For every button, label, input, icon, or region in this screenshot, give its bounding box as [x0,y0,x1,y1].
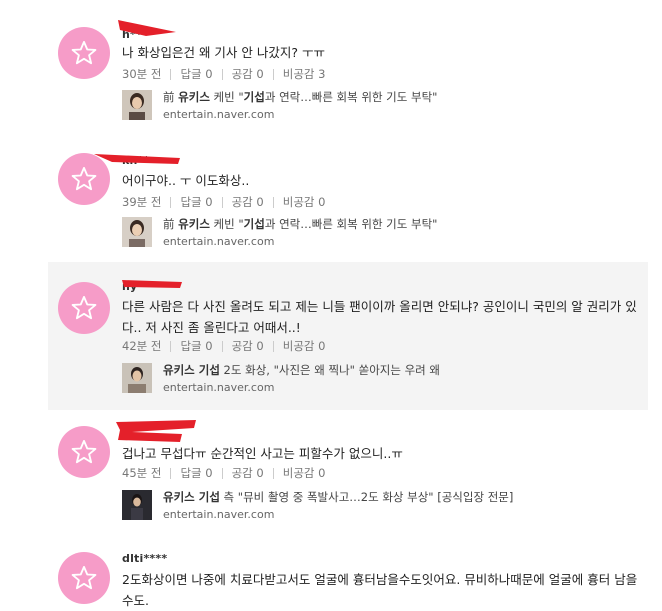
comment-text: 어이구야.. ㅜ 이도화상.. [122,173,250,188]
star-icon [71,565,97,590]
article-thumbnail [122,490,152,520]
avatar[interactable] [58,27,110,79]
article-title[interactable]: 前 유키스 케빈 "기섭과 연락…빠른 회복 위한 기도 부탁" [163,217,437,232]
redaction-mark [122,280,182,288]
comment-item: kh** 어이구야.. ㅜ 이도화상.. 39분 전 답글 0 공감 0 비공감… [0,140,648,262]
dislike-button[interactable]: 비공감 0 [283,465,326,481]
reply-button[interactable]: 답글 0 [180,66,212,82]
timestamp: 30분 전 [122,67,162,81]
article-link[interactable]: 유키스 기섭 2도 화상, "사진은 왜 찍나" 쏟아지는 우려 왜 enter… [122,363,440,395]
avatar[interactable] [58,426,110,478]
star-icon [71,166,97,191]
reply-button[interactable]: 답글 0 [180,465,212,481]
comment-item: h** 나 화상입은건 왜 기사 안 나갔지? ㅜㅠ 30분 전 답글 0 공감… [0,0,648,140]
comment-meta: 39분 전 답글 0 공감 0 비공감 0 [122,194,325,210]
reply-button[interactable]: 답글 0 [180,194,212,210]
star-icon [71,295,97,320]
comment-text: 겁나고 무섭다ㅠ 순간적인 사고는 피할수가 없으니..ㅠ [122,446,403,461]
avatar[interactable] [58,282,110,334]
comment-item: ny** 다른 사람은 다 사진 올려도 되고 제는 니들 팬이이까 올리면 안… [0,262,648,410]
timestamp: 45분 전 [122,466,162,480]
article-thumbnail [122,90,152,120]
comment-item: dlti**** 2도화상이면 나중에 치료다받고서도 얼굴에 흉터남을수도잇어… [0,538,648,610]
reply-button[interactable]: 답글 0 [180,338,212,354]
like-button[interactable]: 공감 0 [232,194,264,210]
timestamp: 42분 전 [122,339,162,353]
dislike-button[interactable]: 비공감 0 [283,338,326,354]
timestamp: 39분 전 [122,195,162,209]
comment-meta: 45분 전 답글 0 공감 0 비공감 0 [122,465,325,481]
article-title[interactable]: 유키스 기섭 2도 화상, "사진은 왜 찍나" 쏟아지는 우려 왜 [163,363,440,378]
like-button[interactable]: 공감 0 [232,338,264,354]
star-icon [71,40,97,65]
article-domain: entertain.naver.com [163,381,275,394]
redaction-mark [118,20,176,36]
article-link[interactable]: 유키스 기섭 측 "뮤비 촬영 중 폭발사고…2도 화상 부상" [공식입장 전… [122,490,513,522]
article-domain: entertain.naver.com [163,235,275,248]
redaction-mark [94,154,180,164]
redaction-mark [116,420,196,442]
like-button[interactable]: 공감 0 [232,66,264,82]
comment-text: 다른 사람은 다 사진 올려도 되고 제는 니들 팬이이까 올리면 안되냐? 공… [122,299,637,335]
like-button[interactable]: 공감 0 [232,465,264,481]
comment-meta: 42분 전 답글 0 공감 0 비공감 0 [122,338,325,354]
article-title[interactable]: 前 유키스 케빈 "기섭과 연락…빠른 회복 위한 기도 부탁" [163,90,437,105]
article-link[interactable]: 前 유키스 케빈 "기섭과 연락…빠른 회복 위한 기도 부탁" enterta… [122,90,437,122]
dislike-button[interactable]: 비공감 3 [283,66,326,82]
comment-item: 겁나고 무섭다ㅠ 순간적인 사고는 피할수가 없으니..ㅠ 45분 전 답글 0… [0,410,648,538]
article-domain: entertain.naver.com [163,108,275,121]
article-thumbnail [122,217,152,247]
comment-text: 2도화상이면 나중에 치료다받고서도 얼굴에 흉터남을수도잇어요. 뮤비하나때문… [122,572,638,608]
article-link[interactable]: 前 유키스 케빈 "기섭과 연락…빠른 회복 위한 기도 부탁" enterta… [122,217,437,249]
article-title[interactable]: 유키스 기섭 측 "뮤비 촬영 중 폭발사고…2도 화상 부상" [공식입장 전… [163,490,513,505]
avatar[interactable] [58,552,110,604]
nickname[interactable]: dlti**** [122,552,167,565]
dislike-button[interactable]: 비공감 0 [283,194,326,210]
article-thumbnail [122,363,152,393]
article-domain: entertain.naver.com [163,508,275,521]
comment-text: 나 화상입은건 왜 기사 안 나갔지? ㅜㅠ [122,45,325,60]
star-icon [71,439,97,464]
comment-meta: 30분 전 답글 0 공감 0 비공감 3 [122,66,325,82]
